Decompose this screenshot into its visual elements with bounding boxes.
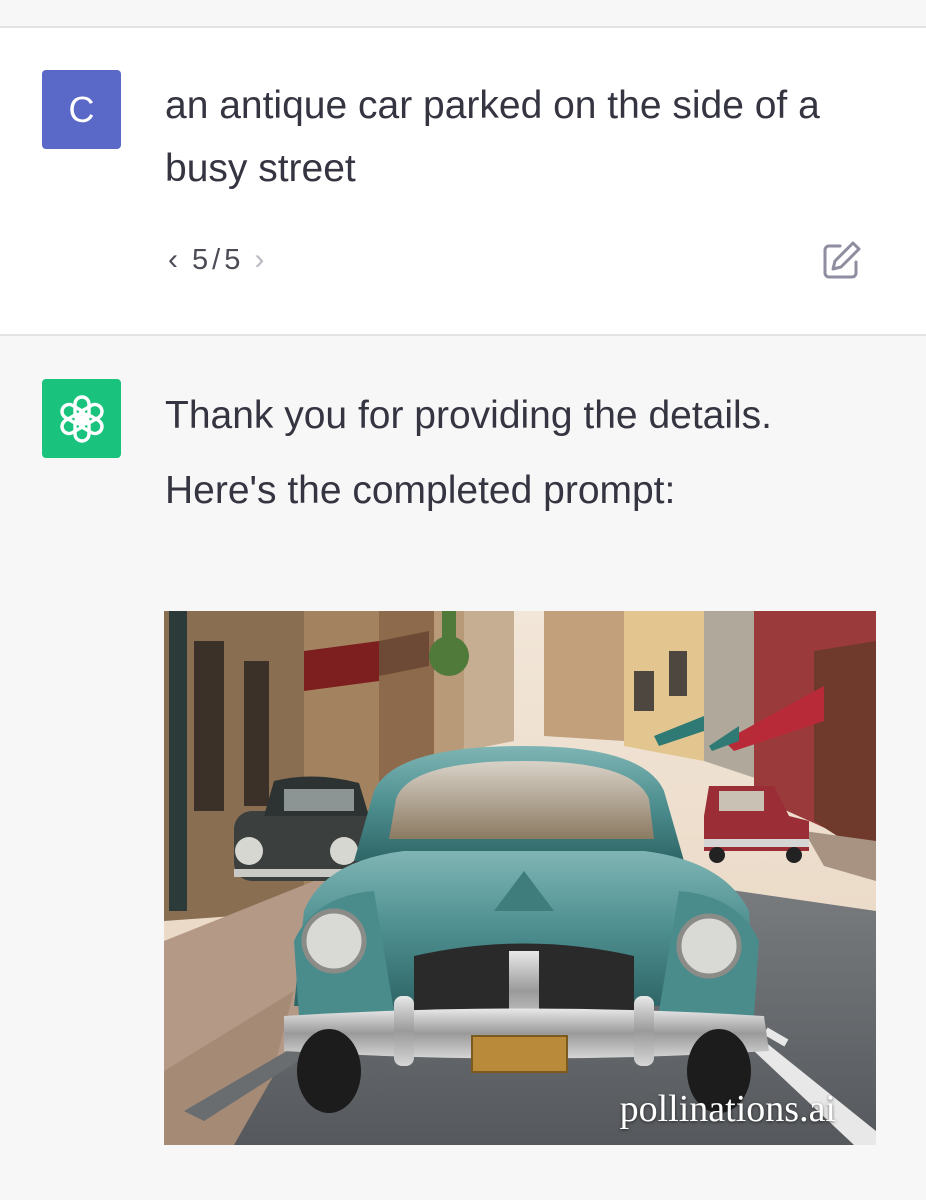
user-message-text: an antique car parked on the side of a b… — [165, 84, 820, 190]
image-watermark: pollinations.ai — [619, 1088, 836, 1130]
generated-image[interactable]: pollinations.ai — [164, 611, 876, 1145]
edit-icon[interactable] — [820, 238, 864, 282]
user-avatar: C — [42, 70, 121, 149]
user-avatar-letter: C — [68, 88, 95, 130]
assistant-text-line-2: Here's the completed prompt: — [165, 469, 676, 512]
assistant-text-line-1: Thank you for providing the details. — [165, 394, 773, 437]
pager-separator: / — [212, 243, 221, 276]
pager-total: 5 — [224, 243, 241, 276]
antique-car-picture — [164, 611, 876, 1145]
assistant-avatar — [42, 379, 121, 458]
pager-current: 5 — [192, 243, 209, 276]
top-strip — [0, 0, 926, 26]
chevron-right-icon[interactable]: › — [254, 243, 264, 277]
chevron-left-icon[interactable]: ‹ — [168, 243, 178, 277]
openai-logo-icon — [59, 394, 104, 443]
response-pager: ‹ 5/5 › — [168, 238, 264, 282]
